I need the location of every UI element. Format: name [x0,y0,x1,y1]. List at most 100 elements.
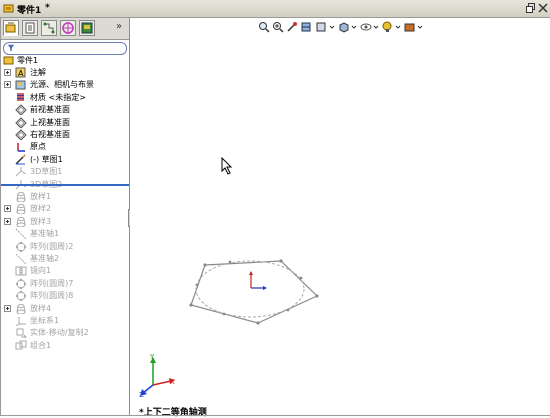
rollback-bar[interactable] [0,184,129,186]
scene-icon[interactable] [404,21,424,33]
tree-item[interactable]: 基准轴2 [0,253,129,265]
sketch-origin-icon [249,271,267,290]
tree-item[interactable]: 放样4 [0,303,129,315]
expand-toggle-icon[interactable] [4,205,11,212]
tree-item-label: 材质 <未指定> [30,93,86,102]
modified-marker: * [45,3,50,13]
pattern-icon [15,290,27,301]
view-orientation-icon[interactable] [316,21,336,33]
tree-item[interactable]: 坐标系1 [0,315,129,327]
lights-icon [15,80,26,90]
loft-icon [16,204,26,214]
feature-manager-panel: » 零件1 A 注解光源、相机与布景材质 <未指定> 前视基准面上视基准面右视基准面… [0,17,130,415]
3dsketch-icon [15,167,27,177]
annotation-icon: A [15,67,26,78]
tree-item[interactable]: 阵列(圆周)2 [0,241,129,253]
tab-display-manager[interactable] [79,20,95,36]
manager-tabs: » [0,17,129,40]
tree-item[interactable]: 放样1 [0,191,129,203]
tree-item[interactable]: (-) 草图1 [0,154,129,166]
plane-icon [15,117,27,128]
tree-item[interactable]: 3D草图1 [0,166,129,178]
expand-toggle-icon[interactable] [4,218,11,225]
tree-item[interactable]: 放样3 [0,216,129,228]
tree-item-label: 实体-移动/复制2 [30,328,89,337]
section-view-icon[interactable] [300,21,312,33]
document-title-bar: 零件1 * [0,0,550,18]
zoom-area-icon[interactable] [272,21,284,33]
part-icon [3,56,14,65]
tree-item[interactable]: 光源、相机与布景 [0,79,129,91]
zoom-to-fit-icon[interactable] [258,21,270,33]
triad-z-label: Z [139,391,144,399]
view-orientation-caption: *上下二等角轴测 [139,408,207,418]
hide-show-icon[interactable] [360,21,380,33]
tree-item-label: 坐标系1 [30,316,60,325]
display-manager-icon [81,22,93,34]
material-icon [17,93,24,101]
tree-item-label: 放样3 [30,217,52,226]
tree-item-label: 注解 [30,68,46,77]
tree-item-label: 原点 [30,142,46,151]
tab-feature-manager[interactable] [3,20,19,36]
expand-toggle-icon[interactable] [4,305,11,312]
part-document-icon [3,4,14,13]
tree-item-label: (-) 草图1 [30,155,63,164]
loft-icon [16,192,26,202]
origin-icon [17,143,25,152]
tree-item[interactable]: 实体-移动/复制2 [0,327,129,339]
more-tabs-chevron[interactable]: » [116,21,122,32]
tree-item[interactable]: 原点 [0,141,129,153]
dimxpert-icon [62,22,74,34]
restore-window-icon[interactable] [526,3,536,13]
appearance-icon[interactable] [382,21,402,33]
tab-configuration-manager[interactable] [41,20,57,36]
plane-icon [15,129,27,140]
document-title: 零件1 [17,6,42,16]
tree-item[interactable]: 材质 <未指定> [0,92,129,104]
svg-text:A: A [18,69,24,78]
tab-dimxpert-manager[interactable] [60,20,76,36]
tree-item-label: 上视基准面 [30,118,70,127]
tree-filter-bar[interactable] [3,42,127,55]
tree-root-part[interactable]: 零件1 [0,55,129,67]
close-window-icon[interactable] [538,3,548,13]
loft-icon [16,304,26,314]
tree-item[interactable]: 镜向1 [0,265,129,277]
tree-item[interactable]: 组合1 [0,340,129,352]
expand-toggle-icon[interactable] [4,69,11,76]
previous-view-icon[interactable] [286,21,298,33]
tree-item-label: 右视基准面 [30,130,70,139]
display-style-icon[interactable] [338,21,358,33]
move-icon [16,328,27,338]
expand-toggle-icon[interactable] [4,81,11,88]
tab-property-manager[interactable] [22,20,38,36]
tree-item-label: 镜向1 [30,266,52,275]
tree-item-label: 阵列(圆周)8 [30,291,74,300]
sketch-icon [15,154,26,165]
sketch-pentagon-graphic[interactable] [185,253,325,333]
property-icon [25,22,35,34]
tree-item[interactable]: 右视基准面 [0,129,129,141]
coordsys-icon [15,317,26,326]
configuration-icon [43,22,55,34]
tree-item[interactable]: 阵列(圆周)7 [0,278,129,290]
tree-item-label: 放样4 [30,304,52,313]
tree-item[interactable]: 基准轴1 [0,228,129,240]
tree-item[interactable]: 前视基准面 [0,104,129,116]
pattern-icon [15,278,27,289]
tree-item[interactable]: 放样2 [0,203,129,215]
triad-y-label: Y [150,353,155,361]
tree-item-label: 组合1 [30,341,52,350]
triad-x-label: X [170,378,175,386]
graphics-view[interactable]: Y X Z *上下二等角轴测 [130,17,550,418]
tree-item[interactable]: 上视基准面 [0,117,129,129]
tree-item-label: 阵列(圆周)7 [30,279,74,288]
plane-icon [15,104,27,115]
pattern-icon [15,241,27,252]
tree-item-label: 基准轴1 [30,229,60,238]
mouse-pointer-icon [221,157,233,175]
tree-item[interactable]: A 注解 [0,67,129,79]
tree-item[interactable]: 阵列(圆周)8 [0,290,129,302]
feature-tree-icon [5,22,16,33]
